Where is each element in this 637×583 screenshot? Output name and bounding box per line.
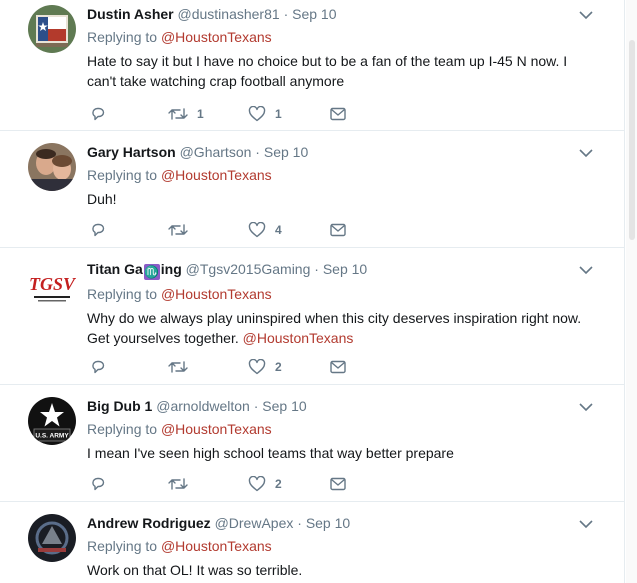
- replying-to-line: Replying to @HoustonTexans: [87, 537, 585, 555]
- separator: ·: [283, 6, 289, 22]
- retweet-button[interactable]: [168, 357, 197, 377]
- display-name[interactable]: Dustin Asher: [87, 6, 174, 22]
- replying-to-mention[interactable]: @HoustonTexans: [161, 167, 272, 183]
- heart-icon: [248, 476, 266, 492]
- like-count: 2: [275, 360, 282, 374]
- tweet-replies-feed: Dustin Asher @dustinasher81 · Sep 10 Rep…: [0, 0, 625, 583]
- tweet-text: Why do we always play uninspired when th…: [87, 308, 585, 348]
- retweet-icon: [168, 224, 188, 236]
- retweet-button[interactable]: [168, 220, 197, 240]
- scorpio-emoji: ♏: [143, 264, 160, 280]
- envelope-icon: [330, 223, 346, 237]
- chevron-down-icon[interactable]: [579, 402, 593, 412]
- reply-icon: [92, 360, 105, 374]
- like-button[interactable]: 2: [248, 357, 282, 377]
- username[interactable]: @DrewApex: [215, 515, 294, 531]
- direct-message-button[interactable]: [330, 104, 346, 124]
- tweet-text: Duh!: [87, 191, 117, 207]
- heart-icon: [248, 106, 266, 122]
- direct-message-button[interactable]: [330, 220, 346, 240]
- chevron-down-icon[interactable]: [579, 148, 593, 158]
- envelope-icon: [330, 107, 346, 121]
- chevron-down-icon[interactable]: [579, 519, 593, 529]
- retweet-button[interactable]: 1: [168, 104, 204, 124]
- tweet-mention[interactable]: @HoustonTexans: [243, 330, 354, 346]
- reply-icon: [92, 223, 105, 237]
- display-name[interactable]: Gary Hartson: [87, 144, 176, 160]
- display-name-part[interactable]: Titan Ga: [87, 261, 143, 277]
- like-count: 1: [275, 107, 282, 121]
- display-name[interactable]: Big Dub 1: [87, 398, 152, 414]
- timestamp[interactable]: Sep 10: [323, 261, 367, 277]
- tweet-text: I mean I've seen high school teams that …: [87, 445, 454, 461]
- avatar[interactable]: U.S. ARMY: [28, 397, 76, 445]
- tweet-text: Work on that OL! It was so terrible.: [87, 562, 303, 578]
- separator: ·: [253, 398, 259, 414]
- reply-icon: [92, 477, 105, 491]
- tweet-text: Hate to say it but I have no choice but …: [87, 53, 568, 89]
- separator: ·: [314, 261, 319, 277]
- tweet[interactable]: U.S. ARMY Big Dub 1 @arnoldwelton · Sep …: [0, 385, 625, 502]
- display-name[interactable]: Andrew Rodriguez: [87, 515, 211, 531]
- username[interactable]: @dustinasher81: [178, 6, 280, 22]
- display-name-part[interactable]: ing: [161, 261, 182, 277]
- timestamp[interactable]: Sep 10: [292, 6, 336, 22]
- tweet[interactable]: TGSV Titan Ga ♏ ing @Tgsv2015Gaming · Sep …: [0, 248, 625, 385]
- timestamp[interactable]: Sep 10: [306, 515, 350, 531]
- timestamp[interactable]: Sep 10: [264, 144, 308, 160]
- replying-to-label: Replying to: [87, 421, 158, 437]
- envelope-icon: [330, 477, 346, 491]
- timestamp[interactable]: Sep 10: [262, 398, 306, 414]
- army-label-text: U.S. ARMY: [35, 433, 69, 440]
- replying-to-line: Replying to @HoustonTexans: [87, 166, 585, 184]
- reply-button[interactable]: [90, 357, 106, 377]
- replying-to-label: Replying to: [87, 538, 158, 554]
- username[interactable]: @Tgsv2015Gaming: [186, 261, 311, 277]
- chevron-down-icon[interactable]: [579, 265, 593, 275]
- scrollbar-thumb[interactable]: [629, 40, 635, 240]
- like-count: 4: [275, 223, 282, 237]
- tweet[interactable]: Andrew Rodriguez @DrewApex · Sep 10 Repl…: [0, 502, 625, 583]
- retweet-icon: [168, 478, 188, 490]
- replying-to-mention[interactable]: @HoustonTexans: [161, 286, 272, 302]
- retweet-button[interactable]: [168, 474, 197, 494]
- reply-icon: [92, 107, 105, 121]
- direct-message-button[interactable]: [330, 474, 346, 494]
- heart-icon: [248, 359, 266, 375]
- separator: ·: [297, 515, 302, 531]
- replying-to-label: Replying to: [87, 29, 158, 45]
- replying-to-line: Replying to @HoustonTexans: [87, 285, 585, 303]
- replying-to-mention[interactable]: @HoustonTexans: [161, 421, 272, 437]
- envelope-icon: [330, 360, 346, 374]
- tweet[interactable]: Dustin Asher @dustinasher81 · Sep 10 Rep…: [0, 0, 625, 131]
- replying-to-mention[interactable]: @HoustonTexans: [161, 29, 272, 45]
- retweet-count: 1: [197, 107, 204, 121]
- retweet-icon: [168, 361, 188, 373]
- like-count: 2: [275, 477, 282, 491]
- reply-button[interactable]: [90, 220, 106, 240]
- like-button[interactable]: 2: [248, 474, 282, 494]
- like-button[interactable]: 1: [248, 104, 282, 124]
- direct-message-button[interactable]: [330, 357, 346, 377]
- avatar[interactable]: [28, 514, 76, 562]
- reply-button[interactable]: [90, 104, 106, 124]
- separator: ·: [255, 144, 260, 160]
- avatar[interactable]: TGSV: [28, 260, 76, 308]
- heart-icon: [248, 222, 266, 238]
- retweet-icon: [168, 108, 188, 120]
- like-button[interactable]: 4: [248, 220, 282, 240]
- replying-to-mention[interactable]: @HoustonTexans: [161, 538, 272, 554]
- replying-to-line: Replying to @HoustonTexans: [87, 420, 585, 438]
- replying-to-label: Replying to: [87, 286, 158, 302]
- avatar[interactable]: [28, 5, 76, 53]
- replying-to-label: Replying to: [87, 167, 158, 183]
- username[interactable]: @Ghartson: [180, 144, 252, 160]
- username[interactable]: @arnoldwelton: [156, 398, 250, 414]
- tgsv-logo-text: TGSV: [29, 274, 76, 294]
- chevron-down-icon[interactable]: [579, 10, 593, 20]
- tweet[interactable]: Gary Hartson @Ghartson · Sep 10 Replying…: [0, 131, 625, 248]
- avatar[interactable]: [28, 143, 76, 191]
- replying-to-line: Replying to @HoustonTexans: [87, 28, 585, 46]
- reply-button[interactable]: [90, 474, 106, 494]
